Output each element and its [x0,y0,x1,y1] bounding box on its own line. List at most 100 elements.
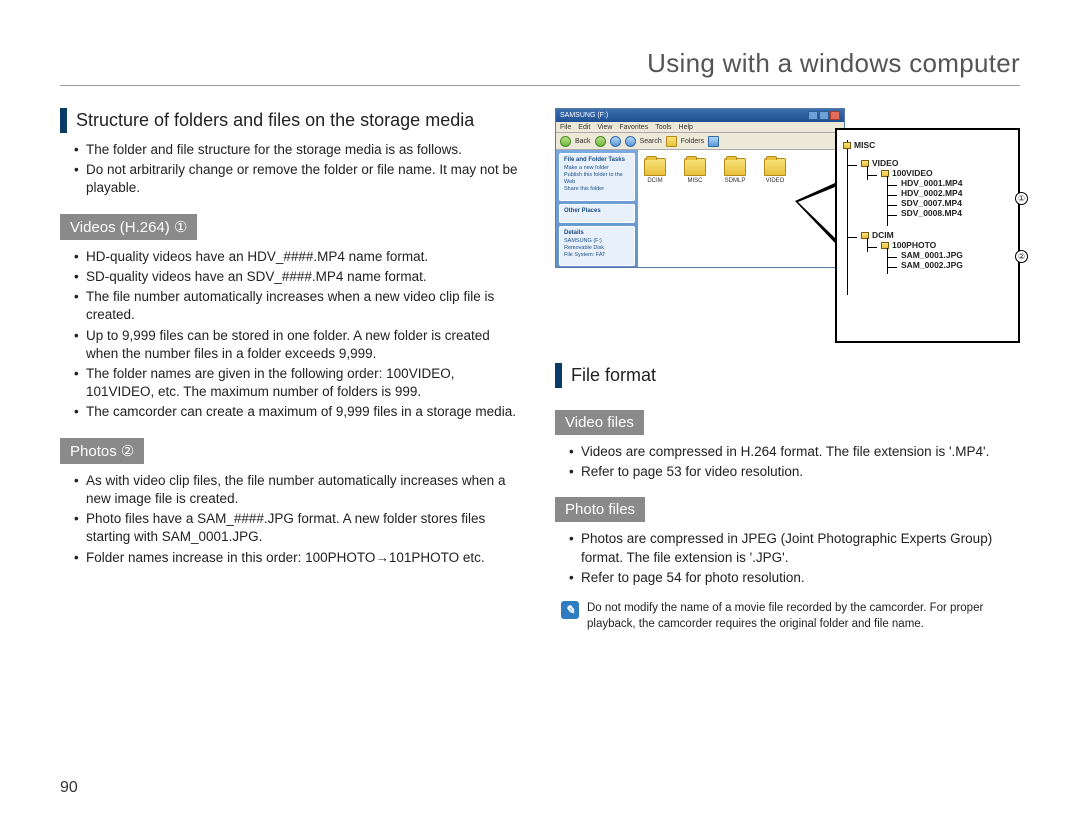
folder-item: MISC [684,158,706,184]
panel-line: Removable Disk [564,245,630,252]
sidebar-panel: File and Folder Tasks Make a new folder … [559,153,635,201]
callout-badge-1: ① [1015,192,1028,205]
videofiles-bullet: Refer to page 53 for video resolution. [569,463,1020,481]
tree-file: HDV_0002.MP4 [887,188,1012,198]
panel-line: Make a new folder [564,165,630,172]
tree-label: 100VIDEO [892,168,933,178]
videos-bullet: The file number automatically increases … [74,288,525,324]
photos-bullets: As with video clip files, the file numbe… [60,472,525,567]
tree-node: VIDEO [847,158,1012,168]
panel-line: Share this folder [564,186,630,193]
minimize-icon [808,111,818,120]
sidebar-panel: Details SAMSUNG (F:) Removable Disk File… [559,226,635,266]
tree-file: HDV_0001.MP4 [887,178,1012,188]
tree-label: DCIM [872,230,894,240]
photos-bullet: Folder names increase in this order: 100… [74,549,525,567]
heading-fileformat: File format [555,363,1020,388]
folder-icon [644,158,666,176]
photos-bullet: As with video clip files, the file numbe… [74,472,525,508]
folder-item: VIDEO [764,158,786,184]
videofiles-bullets: Videos are compressed in H.264 format. T… [555,443,1020,481]
tree-label: VIDEO [872,158,898,168]
tree-file: SAM_0001.JPG [887,250,1012,260]
tree-label: HDV_0001.MP4 [901,178,962,188]
videofiles-bullet: Videos are compressed in H.264 format. T… [569,443,1020,461]
folder-icon [843,142,851,149]
panel-line: File System: FAT [564,252,630,259]
search-icon [625,136,636,147]
heading-photofiles: Photo files [555,497,645,522]
tree-label: 100PHOTO [892,240,936,250]
explorer-toolbar: Back Search Folders [556,133,844,150]
forward-icon [595,136,606,147]
note-icon: ✎ [561,601,579,619]
explorer-sidebar: File and Folder Tasks Make a new folder … [556,150,638,267]
tree-node: DCIM [847,230,1012,240]
window-buttons [808,111,840,120]
menu-item: Favorites [619,124,648,131]
panel-line: Publish this folder to the Web [564,172,630,186]
panel-line: SAMSUNG (F:) [564,238,630,245]
menu-item: Tools [655,124,671,131]
photofiles-bullets: Photos are compressed in JPEG (Joint Pho… [555,530,1020,587]
folder-icon [764,158,786,176]
folders-icon [666,136,677,147]
explorer-menu: File Edit View Favorites Tools Help [556,122,844,133]
videos-bullet: The camcorder can create a maximum of 9,… [74,403,525,421]
back-icon [560,136,571,147]
menu-item: File [560,124,571,131]
up-icon [610,136,621,147]
photos-bullet: Photo files have a SAM_####.JPG format. … [74,510,525,546]
folder-label: DCIM [647,178,662,184]
videos-bullets: HD-quality videos have an HDV_####.MP4 n… [60,248,525,422]
menu-item: Edit [578,124,590,131]
back-label: Back [575,138,591,145]
note-text: Do not modify the name of a movie file r… [587,601,1020,632]
maximize-icon [819,111,829,120]
tree-file: SDV_0008.MP4 [887,208,1012,218]
panel-title: Details [564,230,630,236]
menu-item: Help [679,124,693,131]
intro-bullet: The folder and file structure for the st… [74,141,525,159]
folder-label: VIDEO [766,178,785,184]
panel-title: Other Places [564,208,630,214]
explorer-titlebar: SAMSUNG (F:) [556,109,844,122]
folder-label: MISC [688,178,703,184]
folder-label: SDMLP [725,178,746,184]
videos-bullet: The folder names are given in the follow… [74,365,525,401]
heading-videofiles: Video files [555,410,644,435]
tree-label: SDV_0008.MP4 [901,208,962,218]
tree-label: MISC [854,140,875,150]
note-row: ✎ Do not modify the name of a movie file… [555,601,1020,632]
folder-icon [684,158,706,176]
videos-bullet: SD-quality videos have an SDV_####.MP4 n… [74,268,525,286]
folder-item: DCIM [644,158,666,184]
sidebar-panel: Other Places [559,204,635,223]
tree-file: SAM_0002.JPG [887,260,1012,270]
tree-file: SDV_0007.MP4 [887,198,1012,208]
callout-badge-2: ② [1015,250,1028,263]
tree-node: 100VIDEO [867,168,1012,178]
folder-tree: MISC VIDEO 100VIDEO HDV_0001.MP4 HDV_000… [835,128,1020,343]
heading-photos: Photos ② [60,438,144,464]
intro-bullets: The folder and file structure for the st… [60,141,525,198]
close-icon [830,111,840,120]
views-icon [708,136,719,147]
tree-label: SDV_0007.MP4 [901,198,962,208]
tree-node: 100PHOTO [867,240,1012,250]
explorer-title-text: SAMSUNG (F:) [560,112,608,119]
tree-label: SAM_0001.JPG [901,250,963,260]
content-columns: Structure of folders and files on the st… [60,108,1020,632]
search-label: Search [640,138,662,145]
folder-structure-figure: SAMSUNG (F:) File Edit View Favorites To… [555,108,1020,343]
heading-videos: Videos (H.264) ① [60,214,197,240]
page-number: 90 [60,779,78,797]
intro-bullet: Do not arbitrarily change or remove the … [74,161,525,197]
heading-structure: Structure of folders and files on the st… [60,108,525,133]
tree-label: HDV_0002.MP4 [901,188,962,198]
page-title: Using with a windows computer [60,48,1020,86]
videos-bullet: Up to 9,999 files can be stored in one f… [74,327,525,363]
photofiles-bullet: Photos are compressed in JPEG (Joint Pho… [569,530,1020,566]
callout-arrow-icon [795,183,835,243]
right-column: SAMSUNG (F:) File Edit View Favorites To… [555,108,1020,632]
